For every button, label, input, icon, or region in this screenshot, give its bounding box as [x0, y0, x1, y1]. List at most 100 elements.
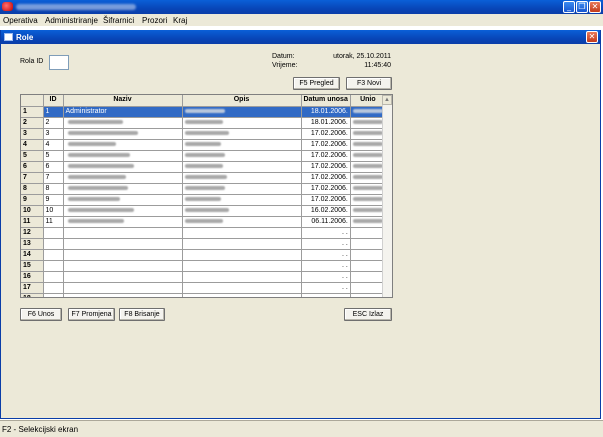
cell-opis[interactable]	[182, 260, 302, 272]
cell-id[interactable]: 8	[43, 183, 64, 195]
rola-id-input[interactable]	[49, 55, 69, 70]
cell-opis[interactable]	[182, 128, 302, 140]
menu-prozori[interactable]: Prozori	[142, 16, 167, 25]
role-window-titlebar[interactable]: Role ✕	[1, 30, 600, 44]
row-number[interactable]: 9	[21, 194, 44, 206]
cell-opis[interactable]	[182, 150, 302, 162]
table-row[interactable]: 10 10 16.02.2006.	[21, 205, 386, 217]
col-header-id[interactable]: ID	[43, 95, 64, 107]
izlaz-button[interactable]: ESC Izlaz	[344, 308, 392, 321]
row-number[interactable]: 3	[21, 128, 44, 140]
cell-id[interactable]	[43, 282, 64, 294]
row-number[interactable]: 17	[21, 282, 44, 294]
col-header-unio[interactable]: Unio	[350, 95, 386, 107]
table-row[interactable]: 6 6 17.02.2006.	[21, 161, 386, 173]
cell-opis[interactable]	[182, 282, 302, 294]
table-row[interactable]: 12 . .	[21, 227, 386, 239]
cell-id[interactable]	[43, 249, 64, 261]
cell-naziv[interactable]	[63, 227, 183, 239]
cell-datum-unosa[interactable]: 18.01.2006.	[301, 106, 351, 118]
cell-naziv[interactable]: Administrator	[63, 106, 183, 118]
cell-datum-unosa[interactable]: . .	[301, 271, 351, 283]
cell-id[interactable]: 2	[43, 117, 64, 129]
cell-opis[interactable]	[182, 106, 302, 118]
cell-opis[interactable]	[182, 194, 302, 206]
row-number[interactable]: 1	[21, 106, 44, 118]
table-row[interactable]: 4 4 17.02.2006.	[21, 139, 386, 151]
table-row[interactable]: 9 9 17.02.2006.	[21, 194, 386, 206]
cell-naziv[interactable]	[63, 293, 183, 297]
cell-naziv[interactable]	[63, 238, 183, 250]
cell-opis[interactable]	[182, 172, 302, 184]
cell-opis[interactable]	[182, 227, 302, 239]
cell-naziv[interactable]	[63, 183, 183, 195]
cell-datum-unosa[interactable]: 16.02.2006.	[301, 205, 351, 217]
cell-opis[interactable]	[182, 205, 302, 217]
cell-unio[interactable]	[350, 227, 386, 239]
cell-unio[interactable]	[350, 117, 386, 129]
cell-id[interactable]: 9	[43, 194, 64, 206]
cell-datum-unosa[interactable]: . .	[301, 238, 351, 250]
row-number[interactable]: 8	[21, 183, 44, 195]
row-number[interactable]: 12	[21, 227, 44, 239]
table-row[interactable]: 17 . .	[21, 282, 386, 294]
cell-datum-unosa[interactable]: 17.02.2006.	[301, 194, 351, 206]
cell-naziv[interactable]	[63, 128, 183, 140]
roles-grid[interactable]: ID Naziv Opis Datum unosa Unio 1 1 Adminis…	[20, 94, 393, 298]
cell-datum-unosa[interactable]: 17.02.2006.	[301, 161, 351, 173]
cell-datum-unosa[interactable]: 18.01.2006.	[301, 117, 351, 129]
cell-datum-unosa[interactable]: . .	[301, 293, 351, 297]
cell-unio[interactable]	[350, 271, 386, 283]
cell-unio[interactable]	[350, 216, 386, 228]
menu-sifrarnici[interactable]: Šifrarnici	[103, 16, 134, 25]
promjena-button[interactable]: F7 Promjena	[68, 308, 115, 321]
cell-naziv[interactable]	[63, 161, 183, 173]
cell-unio[interactable]	[350, 260, 386, 272]
cell-unio[interactable]	[350, 205, 386, 217]
cell-opis[interactable]	[182, 139, 302, 151]
menu-kraj[interactable]: Kraj	[173, 16, 187, 25]
cell-id[interactable]: 6	[43, 161, 64, 173]
cell-naziv[interactable]	[63, 216, 183, 228]
table-row[interactable]: 1 1 Administrator 18.01.2006.	[21, 106, 386, 118]
table-row[interactable]: 15 . .	[21, 260, 386, 272]
cell-unio[interactable]	[350, 282, 386, 294]
cell-id[interactable]	[43, 293, 64, 297]
cell-opis[interactable]	[182, 161, 302, 173]
table-row[interactable]: 2 2 18.01.2006.	[21, 117, 386, 129]
vertical-scrollbar[interactable]: ▲	[382, 95, 392, 297]
cell-datum-unosa[interactable]: . .	[301, 282, 351, 294]
cell-id[interactable]: 5	[43, 150, 64, 162]
row-number[interactable]: 11	[21, 216, 44, 228]
col-header-datum-unosa[interactable]: Datum unosa	[301, 95, 351, 107]
cell-datum-unosa[interactable]: 17.02.2006.	[301, 139, 351, 151]
cell-unio[interactable]	[350, 172, 386, 184]
menu-administriranje[interactable]: Administriranje	[45, 16, 98, 25]
row-number[interactable]: 4	[21, 139, 44, 151]
cell-datum-unosa[interactable]: . .	[301, 249, 351, 261]
cell-naziv[interactable]	[63, 150, 183, 162]
cell-naziv[interactable]	[63, 249, 183, 261]
minimize-button[interactable]: _	[563, 1, 575, 13]
cell-id[interactable]	[43, 260, 64, 272]
row-number[interactable]: 18	[21, 293, 44, 297]
cell-naziv[interactable]	[63, 117, 183, 129]
table-row[interactable]: 13 . .	[21, 238, 386, 250]
cell-id[interactable]	[43, 271, 64, 283]
brisanje-button[interactable]: F8 Brisanje	[119, 308, 165, 321]
row-number[interactable]: 2	[21, 117, 44, 129]
cell-naziv[interactable]	[63, 260, 183, 272]
cell-datum-unosa[interactable]: 06.11.2006.	[301, 216, 351, 228]
cell-id[interactable]	[43, 227, 64, 239]
cell-opis[interactable]	[182, 238, 302, 250]
table-row[interactable]: 11 11 06.11.2006.	[21, 216, 386, 228]
menu-operativa[interactable]: Operativa	[3, 16, 38, 25]
close-app-button[interactable]: ✕	[589, 1, 601, 13]
cell-unio[interactable]	[350, 161, 386, 173]
cell-id[interactable]: 11	[43, 216, 64, 228]
unos-button[interactable]: F6 Unos	[20, 308, 62, 321]
cell-datum-unosa[interactable]: . .	[301, 260, 351, 272]
cell-unio[interactable]	[350, 194, 386, 206]
cell-unio[interactable]	[350, 249, 386, 261]
row-number[interactable]: 5	[21, 150, 44, 162]
